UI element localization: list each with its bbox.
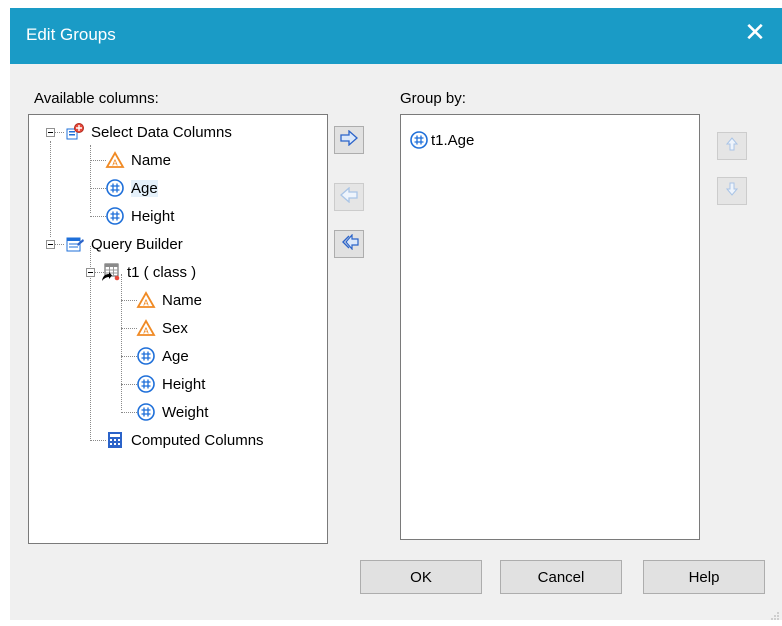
- svg-text:A: A: [143, 327, 149, 336]
- arrow-up-icon: [725, 136, 739, 156]
- move-down-button[interactable]: [717, 177, 747, 205]
- tree-node-label: Height: [131, 207, 175, 225]
- tree-node-label: Computed Columns: [131, 431, 264, 449]
- tree-node-label: Name: [162, 291, 203, 309]
- tree-node-t1-sex[interactable]: A Sex: [136, 317, 188, 339]
- tree-node-age-selected[interactable]: Age: [105, 177, 158, 199]
- dialog-title: Edit Groups: [26, 25, 116, 44]
- group-by-item-label: t1.Age: [431, 131, 475, 149]
- add-to-group-button[interactable]: [334, 126, 364, 154]
- arrow-left-icon: [340, 186, 358, 208]
- tree-node-t1-height[interactable]: Height: [136, 373, 205, 395]
- double-arrow-left-icon: [339, 232, 359, 255]
- tree-node-computed-columns[interactable]: Computed Columns: [105, 429, 264, 451]
- title-bar: Edit Groups ✕: [10, 8, 782, 64]
- data-columns-icon: [65, 122, 85, 142]
- tree-node-label: t1 ( class ): [127, 263, 197, 281]
- tree-node-label: Name: [131, 151, 172, 169]
- tree-node-label: Height: [162, 375, 206, 393]
- move-up-button[interactable]: [717, 132, 747, 160]
- svg-text:A: A: [112, 159, 118, 168]
- resize-grip-icon[interactable]: [770, 608, 780, 620]
- group-by-list[interactable]: t1.Age: [400, 114, 700, 540]
- numeric-column-icon: [409, 130, 429, 150]
- group-by-item[interactable]: t1.Age: [409, 129, 474, 151]
- tree-node-label: Weight: [162, 403, 209, 421]
- text-column-icon: A: [136, 318, 156, 338]
- text-column-icon: A: [105, 150, 125, 170]
- tree-node-label: Age: [162, 347, 189, 365]
- group-by-label: Group by:: [400, 90, 466, 107]
- calculator-icon: [105, 430, 125, 450]
- tree-node-t1-age[interactable]: Age: [136, 345, 189, 367]
- table-shortcut-icon: [101, 262, 121, 282]
- arrow-down-icon: [725, 182, 739, 201]
- available-columns-label: Available columns:: [34, 90, 159, 107]
- ok-button[interactable]: OK: [360, 560, 482, 594]
- tree-node-t1-name[interactable]: A Name: [136, 289, 202, 311]
- numeric-column-icon: [136, 346, 156, 366]
- collapse-toggle[interactable]: [86, 268, 95, 277]
- close-icon[interactable]: ✕: [742, 20, 768, 46]
- remove-from-group-button[interactable]: [334, 183, 364, 211]
- collapse-toggle[interactable]: [46, 128, 55, 137]
- numeric-column-icon: [105, 178, 125, 198]
- cancel-button[interactable]: Cancel: [500, 560, 622, 594]
- tree-node-label: Age: [131, 179, 158, 197]
- tree-node-label: Sex: [162, 319, 188, 337]
- svg-text:A: A: [143, 299, 149, 308]
- query-builder-icon: [65, 234, 85, 254]
- tree-node-label: Select Data Columns: [91, 123, 232, 141]
- edit-groups-dialog: Edit Groups ✕ Available columns: Group b…: [10, 8, 782, 620]
- tree-node-height[interactable]: Height: [105, 205, 174, 227]
- tree-node-t1-weight[interactable]: Weight: [136, 401, 208, 423]
- collapse-toggle[interactable]: [46, 240, 55, 249]
- text-column-icon: A: [136, 290, 156, 310]
- tree-node-name[interactable]: A Name: [105, 149, 171, 171]
- help-button[interactable]: Help: [643, 560, 765, 594]
- tree-node-query-builder[interactable]: Query Builder: [65, 233, 183, 255]
- numeric-column-icon: [105, 206, 125, 226]
- available-columns-tree[interactable]: Select Data Columns A Name Age Height Qu…: [28, 114, 328, 544]
- remove-all-button[interactable]: [334, 230, 364, 258]
- tree-node-select-data-columns[interactable]: Select Data Columns: [65, 121, 232, 143]
- tree-node-t1-class[interactable]: t1 ( class ): [101, 261, 196, 283]
- numeric-column-icon: [136, 374, 156, 394]
- arrow-right-icon: [340, 129, 358, 151]
- numeric-column-icon: [136, 402, 156, 422]
- tree-node-label: Query Builder: [91, 235, 183, 253]
